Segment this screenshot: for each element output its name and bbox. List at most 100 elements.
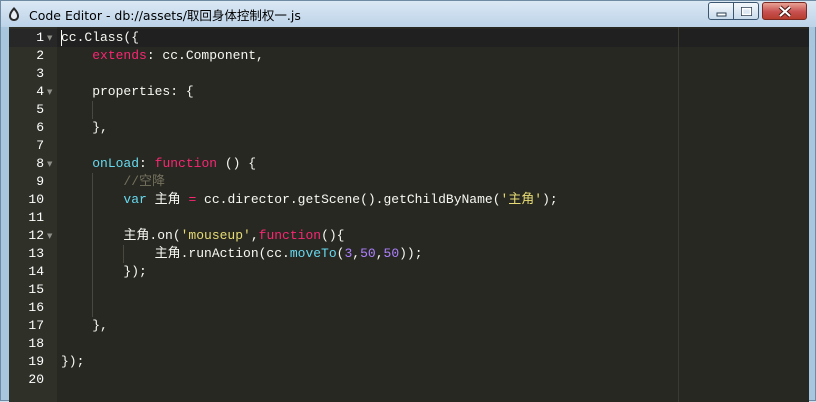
code-line[interactable]: 7	[9, 137, 809, 155]
code-line[interactable]: 11	[9, 209, 809, 227]
code-token: 主角.on(	[61, 228, 181, 243]
line-number: 10	[28, 192, 44, 207]
code-line[interactable]: 3	[9, 65, 809, 83]
code-token: '主角'	[500, 192, 543, 207]
line-number: 3	[36, 66, 44, 81]
minimize-button[interactable]	[708, 2, 734, 20]
fold-arrow-icon[interactable]: ▼	[47, 227, 55, 245]
code-token: ,	[352, 246, 361, 261]
code-token: onLoad	[92, 156, 140, 171]
line-number: 7	[36, 138, 44, 153]
code-token: });	[61, 354, 85, 369]
code-token: //空降	[123, 174, 166, 189]
code-line[interactable]: 6 },	[9, 119, 809, 137]
code-text: extends: cc.Component,	[61, 47, 264, 65]
code-line[interactable]: 19});	[9, 353, 809, 371]
code-token: cc.director.getScene().getChildByName(	[196, 192, 501, 207]
code-token: () {	[217, 156, 257, 171]
minimize-icon	[716, 12, 727, 17]
text-cursor	[61, 30, 62, 46]
code-text: 主角.runAction(cc.moveTo(3,50,50));	[61, 245, 423, 263]
line-number: 18	[28, 336, 44, 351]
code-line[interactable]: 14 });	[9, 263, 809, 281]
code-text: });	[61, 263, 147, 281]
code-text: properties: {	[61, 83, 194, 101]
line-number: 1	[36, 30, 44, 45]
code-token: function	[154, 156, 218, 171]
code-text: cc.Class({	[61, 29, 139, 47]
indent-guide	[92, 101, 93, 119]
close-button[interactable]	[762, 2, 807, 20]
code-token: properties: {	[61, 84, 194, 99]
code-line[interactable]: 12 ▼ 主角.on('mouseup',function(){	[9, 227, 809, 245]
code-line[interactable]: 20	[9, 371, 809, 389]
code-token: });	[61, 264, 147, 279]
code-text: });	[61, 353, 84, 371]
code-line[interactable]: 10 var 主角 = cc.director.getScene().getCh…	[9, 191, 809, 209]
fold-arrow-icon[interactable]: ▼	[47, 83, 55, 101]
code-line[interactable]: 18	[9, 335, 809, 353]
line-number: 11	[28, 210, 44, 225]
code-token: ));	[399, 246, 423, 261]
code-text: //空降	[61, 173, 165, 191]
code-editor[interactable]: 1 ▼ cc.Class({2 extends: cc.Component, 3 4 ▼ …	[9, 27, 809, 402]
window-title: Code Editor - db://assets/取回身体控制权一.js	[29, 8, 301, 23]
code-token: :	[139, 156, 155, 171]
code-token: 主角	[146, 192, 189, 207]
code-token: var	[123, 192, 147, 207]
code-token: ,	[250, 228, 259, 243]
fold-arrow-icon[interactable]: ▼	[47, 29, 55, 47]
line-number: 14	[28, 264, 44, 279]
code-token: 'mouseup'	[180, 228, 251, 243]
code-line[interactable]: 2 extends: cc.Component,	[9, 47, 809, 65]
code-line[interactable]: 17 },	[9, 317, 809, 335]
line-number: 8	[36, 156, 44, 171]
code-editor-window: Code Editor - db://assets/取回身体控制权一.js 1 ▼…	[0, 0, 816, 402]
code-token: : cc.Component,	[146, 48, 264, 63]
code-line[interactable]: 15	[9, 281, 809, 299]
line-number: 13	[28, 246, 44, 261]
code-line[interactable]: 4 ▼ properties: {	[9, 83, 809, 101]
code-line[interactable]: 9 //空降	[9, 173, 809, 191]
line-number: 12	[28, 228, 44, 243]
maximize-button[interactable]	[733, 2, 759, 20]
code-token: 50	[360, 246, 376, 261]
code-line[interactable]: 1 ▼ cc.Class({	[9, 29, 809, 47]
line-number: 5	[36, 102, 44, 117]
code-token: ,	[375, 246, 384, 261]
line-number: 17	[28, 318, 44, 333]
close-icon	[778, 5, 792, 18]
title-bar[interactable]: Code Editor - db://assets/取回身体控制权一.js	[1, 1, 816, 27]
code-text: },	[61, 317, 108, 335]
code-token: (){	[321, 228, 345, 243]
code-token: 50	[383, 246, 400, 261]
line-number: 20	[28, 372, 44, 387]
code-text: },	[61, 119, 108, 137]
line-number: 2	[36, 48, 44, 63]
code-token: extends	[92, 48, 147, 63]
line-number: 16	[28, 300, 44, 315]
code-text: onLoad: function () {	[61, 155, 256, 173]
code-text: var 主角 = cc.director.getScene().getChild…	[61, 191, 557, 209]
indent-guide	[92, 173, 93, 317]
line-number: 19	[28, 354, 44, 369]
code-token: function	[258, 228, 322, 243]
fold-arrow-icon[interactable]: ▼	[47, 155, 55, 173]
line-number: 15	[28, 282, 44, 297]
code-line[interactable]: 8 ▼ onLoad: function () {	[9, 155, 809, 173]
line-number: 4	[36, 84, 44, 99]
app-icon	[9, 7, 19, 21]
code-token: },	[61, 318, 108, 333]
code-token: 主角.runAction(cc.	[61, 246, 290, 261]
code-line[interactable]: 16	[9, 299, 809, 317]
code-token: cc.Class({	[61, 30, 140, 45]
line-number: 9	[36, 174, 44, 189]
code-line[interactable]: 5	[9, 101, 809, 119]
code-token: moveTo	[289, 246, 337, 261]
line-number: 6	[36, 120, 44, 135]
code-text: 主角.on('mouseup',function(){	[61, 227, 344, 245]
code-line[interactable]: 13 主角.runAction(cc.moveTo(3,50,50));	[9, 245, 809, 263]
code-token: },	[61, 120, 108, 135]
